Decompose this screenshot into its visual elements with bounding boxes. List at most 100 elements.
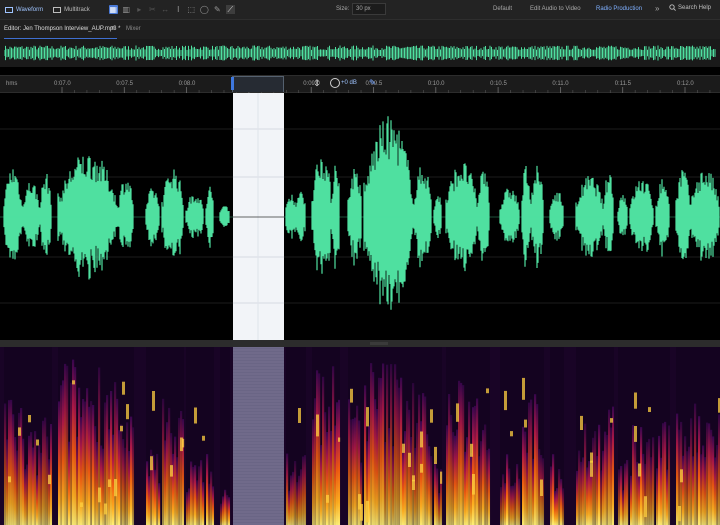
spectral-canvas	[0, 347, 720, 525]
spectral-band	[124, 447, 127, 525]
slip-tool-icon[interactable]: ↔	[161, 5, 170, 14]
lasso-selection-tool-icon[interactable]: ◯	[200, 5, 209, 14]
adjust-amplitude-knob-icon[interactable]	[330, 78, 340, 88]
paintbrush-selection-tool-icon[interactable]: ✎	[213, 5, 222, 14]
ruler-tick-label: 0:10.0	[428, 81, 445, 87]
spectral-band	[8, 400, 11, 525]
spectral-band	[154, 469, 157, 525]
spectral-harmonic	[72, 380, 75, 385]
workspace-default[interactable]: Default	[493, 6, 512, 12]
spectral-band	[112, 434, 115, 525]
spectral-band	[128, 451, 131, 525]
spectral-harmonic	[402, 443, 405, 453]
spectral-harmonic	[580, 415, 583, 430]
spectral-silence	[544, 347, 550, 525]
spectral-band	[702, 445, 705, 525]
playhead-marker[interactable]	[231, 77, 234, 90]
marquee-selection-tool-icon[interactable]: ⬚	[187, 5, 196, 14]
spectral-frequency-display-icon[interactable]: ▦	[108, 5, 118, 14]
waveform-view-button[interactable]: Waveform	[0, 0, 48, 19]
spectral-band	[454, 435, 457, 525]
spectral-band	[710, 429, 713, 525]
spectral-harmonic	[412, 479, 415, 490]
spectral-pitch-display-icon[interactable]: ▥	[122, 5, 131, 14]
zoom-hud-icon[interactable]: ⇕	[313, 78, 322, 89]
spectral-band	[114, 382, 117, 525]
time-ruler[interactable]: hms0:07.00:07.50:08.00:08.50:09.00:09.50…	[0, 75, 720, 94]
spectral-harmonic	[456, 403, 459, 422]
spectral-band	[350, 419, 353, 525]
spectral-harmonic	[540, 479, 543, 496]
spectral-harmonic	[28, 415, 31, 423]
spectral-harmonic	[430, 409, 433, 423]
spectral-harmonic	[120, 425, 123, 432]
spectral-band	[690, 418, 693, 525]
spectral-band	[382, 363, 385, 525]
spectral-harmonic	[524, 419, 527, 428]
spectral-band	[526, 452, 529, 525]
spot-healing-brush-tool-icon[interactable]: ⟋	[225, 5, 235, 14]
workspace-radio-production[interactable]: Radio Production	[596, 6, 642, 12]
spectral-band	[208, 483, 211, 525]
spectral-band	[20, 408, 23, 525]
razor-tool-icon[interactable]: ✂	[148, 5, 157, 14]
spectral-band	[682, 455, 685, 525]
spectral-band	[290, 475, 293, 525]
spectral-band	[192, 466, 195, 525]
ruler-selection-range[interactable]	[232, 76, 284, 92]
spectral-band	[220, 503, 223, 525]
editor-tab[interactable]: Editor: Jen Thompson Interview_AUP.mp3 *	[4, 26, 121, 32]
spectral-harmonic	[366, 500, 369, 523]
spectral-harmonic	[150, 456, 153, 471]
spectral-band	[384, 442, 387, 525]
spectral-band	[430, 456, 433, 525]
more-workspaces-button[interactable]: »	[655, 4, 659, 13]
spectral-band	[514, 482, 517, 525]
spectral-band	[6, 439, 9, 525]
spectral-band	[464, 451, 467, 525]
spectral-band	[606, 435, 609, 525]
waveform-display[interactable]	[0, 93, 720, 340]
hud-pencil-icon[interactable]: ✎	[369, 78, 376, 87]
spectral-band	[316, 370, 319, 525]
move-tool-icon[interactable]: ▸	[135, 5, 144, 14]
spectral-band	[42, 420, 45, 525]
spectral-band	[318, 373, 321, 525]
editor-panel-menu-icon[interactable]: ≡	[111, 25, 115, 32]
spectral-band	[634, 440, 637, 525]
brush-size-field[interactable]: 30 px	[352, 3, 386, 15]
spectral-silence	[490, 347, 500, 525]
spectral-band	[538, 449, 541, 525]
spectral-band	[550, 466, 553, 525]
multitrack-view-button[interactable]: Multitrack	[48, 0, 95, 19]
spectral-band	[110, 391, 113, 525]
spectral-band	[224, 489, 227, 525]
spectral-band	[424, 396, 427, 525]
overview-strip[interactable]	[0, 39, 720, 67]
time-selection-tool-icon[interactable]: I	[174, 5, 183, 14]
spectral-band	[206, 454, 209, 525]
spectral-band	[40, 452, 43, 525]
search-help-field[interactable]: Search Help	[669, 4, 711, 11]
spectral-band	[32, 447, 35, 525]
spectral-silence	[0, 347, 4, 525]
spectral-band	[656, 468, 659, 525]
spectral-band	[4, 403, 7, 525]
mixer-tab[interactable]: Mixer	[126, 26, 141, 32]
tool-group: ▦ ▥ ▸ ✂ ↔ I ⬚ ◯ ✎ ⟋	[108, 5, 235, 14]
spectral-band	[598, 424, 601, 525]
panel-divider[interactable]	[0, 340, 720, 347]
spectral-silence	[52, 347, 58, 525]
spectral-band	[584, 423, 587, 525]
spectral-band	[704, 457, 707, 525]
spectral-frequency-display[interactable]	[0, 347, 720, 525]
spectral-harmonic	[114, 479, 117, 497]
divider-grip[interactable]	[370, 342, 388, 345]
spectral-band	[298, 475, 301, 525]
spectral-band	[394, 364, 397, 525]
spectral-band	[210, 471, 213, 525]
spectral-band	[172, 453, 175, 525]
workspace-edit-audio-to-video[interactable]: Edit Audio to Video	[530, 6, 581, 12]
spectral-band	[582, 457, 585, 525]
spectral-band	[502, 474, 505, 525]
